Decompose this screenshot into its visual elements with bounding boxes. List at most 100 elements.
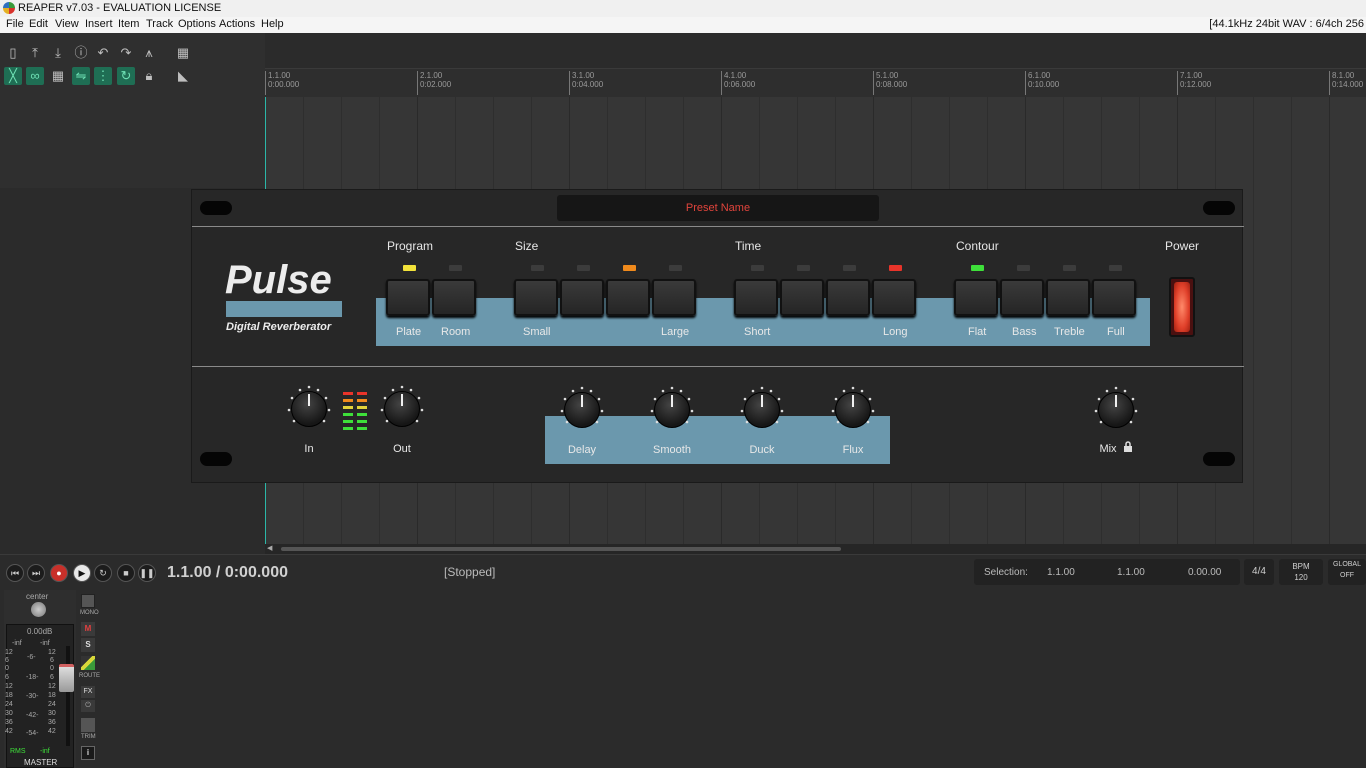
new-project-icon[interactable]: ▯: [4, 44, 22, 62]
go-to-end-icon[interactable]: ⏭: [27, 564, 45, 582]
snap-grid-icon[interactable]: ▦: [49, 67, 67, 85]
volume-fader[interactable]: [59, 664, 74, 692]
size-2-button[interactable]: [560, 279, 604, 316]
menu-view[interactable]: View: [55, 18, 79, 30]
pause-icon[interactable]: ❚❚: [138, 564, 156, 582]
mix-knob[interactable]: [1092, 386, 1140, 434]
size-1-button[interactable]: [514, 279, 558, 316]
delay-knob[interactable]: [558, 386, 606, 434]
horizontal-scrollbar[interactable]: ◀: [265, 544, 1366, 554]
rack-hole: [200, 201, 232, 215]
master-track: center 0.00dB -inf -inf 12 6 0 6 12 18 2…: [4, 590, 76, 768]
time-1-button[interactable]: [734, 279, 778, 316]
pan-knob[interactable]: [31, 602, 46, 617]
scroll-left-icon[interactable]: ◀: [267, 545, 275, 553]
bpm-value: 120: [1294, 573, 1308, 582]
auto-crossfade-icon[interactable]: ╳: [4, 67, 22, 85]
menu-actions[interactable]: Actions: [219, 18, 255, 30]
move-envelope-icon[interactable]: ◣: [174, 67, 192, 85]
vu-segment: [343, 413, 353, 416]
lock-icon[interactable]: 🔒︎: [140, 67, 158, 85]
menu-options[interactable]: Options: [178, 18, 216, 30]
go-to-start-icon[interactable]: ⏮: [6, 564, 24, 582]
knob-pointer: [308, 394, 310, 406]
contour-flat-button[interactable]: [954, 279, 998, 316]
lock-icon[interactable]: [1123, 441, 1133, 453]
plugin-logo: Pulse: [225, 258, 332, 302]
item-grouping-icon[interactable]: ∞: [26, 67, 44, 85]
meter-scale: 12: [48, 649, 56, 656]
led-program-plate: [403, 265, 416, 271]
vu-segment: [357, 427, 367, 430]
selection-length[interactable]: 0.00.00: [1188, 567, 1221, 578]
vu-segment: [343, 420, 353, 423]
master-volume[interactable]: 0.00dB: [27, 627, 52, 636]
menu-track[interactable]: Track: [146, 18, 173, 30]
flux-knob[interactable]: [829, 386, 877, 434]
menu-file[interactable]: File: [6, 18, 24, 30]
program-plate-button[interactable]: [386, 279, 430, 316]
play-icon[interactable]: ▶: [73, 564, 91, 582]
record-icon[interactable]: ●: [50, 564, 68, 582]
selection-start[interactable]: 1.1.00: [1047, 567, 1075, 578]
contour-treble-button[interactable]: [1046, 279, 1090, 316]
time-2-button[interactable]: [780, 279, 824, 316]
global-automation[interactable]: GLOBAL OFF: [1328, 559, 1366, 585]
metronome-icon[interactable]: ⩚: [140, 44, 158, 62]
audio-status[interactable]: [44.1kHz 24bit WAV : 6/4ch 256: [1209, 18, 1364, 30]
vu-segment: [357, 413, 367, 416]
selection-box[interactable]: Selection: 1.1.00 1.1.00 0.00.00: [974, 559, 1240, 585]
ripple-edit-icon[interactable]: ⇋: [72, 67, 90, 85]
menu-item[interactable]: Item: [118, 18, 139, 30]
size-3-button[interactable]: [606, 279, 650, 316]
repeat-icon[interactable]: ↻: [94, 564, 112, 582]
time-4-button[interactable]: [872, 279, 916, 316]
selection-end[interactable]: 1.1.00: [1117, 567, 1145, 578]
divider: [192, 226, 1244, 227]
in-knob[interactable]: [285, 385, 333, 433]
label-small: Small: [523, 326, 551, 338]
program-room-button[interactable]: [432, 279, 476, 316]
fx-bypass-icon[interactable]: ⏻: [81, 700, 95, 712]
label-plate: Plate: [396, 326, 422, 338]
out-knob[interactable]: [378, 385, 426, 433]
menu-insert[interactable]: Insert: [85, 18, 113, 30]
loop-icon[interactable]: ↻: [117, 67, 135, 85]
grid-line: [1291, 97, 1292, 544]
solo-button[interactable]: S: [81, 638, 95, 652]
smooth-knob[interactable]: [648, 386, 696, 434]
bpm-display[interactable]: BPM 120: [1279, 559, 1323, 585]
rack-hole: [1203, 201, 1235, 215]
label-bass: Bass: [1012, 326, 1037, 338]
route-icon[interactable]: [81, 656, 95, 670]
contour-full-button[interactable]: [1092, 279, 1136, 316]
timeline-ruler[interactable]: 1.1.00 0:00.000 2.1.00 0:02.000 3.1.00 0:04…: [265, 68, 1366, 97]
menu-edit[interactable]: Edit: [29, 18, 48, 30]
stop-icon[interactable]: ■: [117, 564, 135, 582]
fx-button[interactable]: FX: [81, 686, 95, 698]
preset-name-display[interactable]: Preset Name: [557, 195, 879, 221]
open-project-icon[interactable]: ⤒: [26, 44, 44, 62]
in-label: In: [304, 443, 314, 455]
size-4-button[interactable]: [652, 279, 696, 316]
menu-bar: File Edit View Insert Item Track Options…: [0, 17, 1366, 33]
grid-toggle-icon[interactable]: ▦: [174, 44, 192, 62]
save-project-icon[interactable]: ⤓: [49, 44, 67, 62]
contour-bass-button[interactable]: [1000, 279, 1044, 316]
master-name: MASTER: [24, 758, 58, 767]
envelope-points-icon[interactable]: ⋮: [94, 67, 112, 85]
info-button[interactable]: i: [81, 746, 95, 760]
mono-button[interactable]: [81, 594, 95, 608]
redo-icon[interactable]: ↷: [117, 44, 135, 62]
time-3-button[interactable]: [826, 279, 870, 316]
power-switch[interactable]: [1169, 277, 1195, 337]
trim-icon[interactable]: [81, 718, 95, 732]
project-settings-icon[interactable]: ⓘ: [72, 44, 90, 62]
undo-icon[interactable]: ↶: [94, 44, 112, 62]
menu-help[interactable]: Help: [261, 18, 284, 30]
duck-knob[interactable]: [738, 386, 786, 434]
time-position[interactable]: 1.1.00 / 0:00.000: [167, 564, 288, 582]
scrollbar-thumb[interactable]: [281, 547, 841, 551]
time-signature[interactable]: 4/4: [1244, 559, 1274, 585]
mute-button[interactable]: M: [81, 622, 95, 636]
